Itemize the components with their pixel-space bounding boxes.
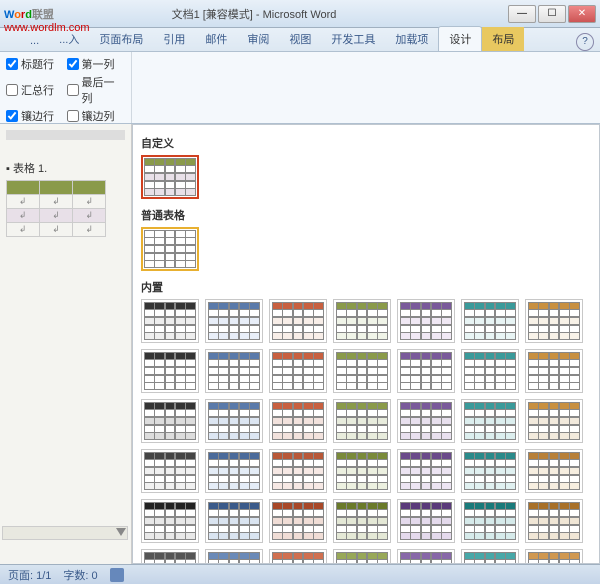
section-builtin: 内置 bbox=[141, 279, 591, 295]
style-builtin-30[interactable] bbox=[269, 499, 327, 543]
style-builtin-28[interactable] bbox=[141, 499, 199, 543]
style-builtin-8[interactable] bbox=[205, 349, 263, 393]
style-builtin-32[interactable] bbox=[397, 499, 455, 543]
style-builtin-31[interactable] bbox=[333, 499, 391, 543]
tab-review[interactable]: 审阅 bbox=[237, 27, 279, 51]
style-builtin-20[interactable] bbox=[525, 399, 583, 443]
chk-total-row[interactable]: 汇总行 bbox=[6, 74, 65, 106]
nav-item-table[interactable]: ▪ 表格 1. bbox=[6, 158, 125, 178]
maximize-button[interactable]: ☐ bbox=[538, 5, 566, 23]
status-page[interactable]: 页面: 1/1 bbox=[8, 567, 51, 583]
style-builtin-29[interactable] bbox=[205, 499, 263, 543]
style-builtin-2[interactable] bbox=[269, 299, 327, 343]
style-custom-1[interactable] bbox=[141, 155, 199, 199]
window-title: 文档1 [兼容模式] - Microsoft Word bbox=[0, 6, 508, 22]
style-builtin-12[interactable] bbox=[461, 349, 519, 393]
style-builtin-7[interactable] bbox=[141, 349, 199, 393]
tab-view[interactable]: 视图 bbox=[279, 27, 321, 51]
style-builtin-19[interactable] bbox=[461, 399, 519, 443]
watermark-url: www.wordlm.com bbox=[4, 22, 90, 34]
chk-last-col[interactable]: 最后一列 bbox=[67, 74, 126, 106]
style-builtin-0[interactable] bbox=[141, 299, 199, 343]
style-builtin-26[interactable] bbox=[461, 449, 519, 493]
style-builtin-14[interactable] bbox=[141, 399, 199, 443]
close-button[interactable]: ✕ bbox=[568, 5, 596, 23]
style-builtin-3[interactable] bbox=[333, 299, 391, 343]
content-area: ▪ 表格 1. ↲↲↲ ↲↲↲ ↲↲↲ 自定义 普通表格 内置 修改表格样式(M… bbox=[0, 124, 600, 564]
style-builtin-5[interactable] bbox=[461, 299, 519, 343]
tab-file[interactable]: ... bbox=[20, 31, 49, 51]
section-plain: 普通表格 bbox=[141, 207, 591, 223]
window-buttons: — ☐ ✕ bbox=[508, 5, 596, 23]
tab-design[interactable]: 设计 bbox=[438, 26, 482, 51]
ribbon-body: 标题行 第一列 汇总行 最后一列 镶边行 镶边列 表格样式选项 bbox=[0, 52, 600, 124]
chk-header-row[interactable]: 标题行 bbox=[6, 56, 65, 72]
chk-banded-row[interactable]: 镶边行 bbox=[6, 108, 65, 124]
style-builtin-25[interactable] bbox=[397, 449, 455, 493]
title-bar: Word联盟 www.wordlm.com 文档1 [兼容模式] - Micro… bbox=[0, 0, 600, 28]
nav-table-preview: ↲↲↲ ↲↲↲ ↲↲↲ bbox=[6, 180, 106, 236]
tab-layout[interactable]: 布局 bbox=[482, 27, 524, 51]
style-builtin-34[interactable] bbox=[525, 499, 583, 543]
tab-developer[interactable]: 开发工具 bbox=[321, 27, 385, 51]
style-builtin-27[interactable] bbox=[525, 449, 583, 493]
chk-banded-col[interactable]: 镶边列 bbox=[67, 108, 126, 124]
style-builtin-39[interactable] bbox=[397, 549, 455, 564]
style-builtin-40[interactable] bbox=[461, 549, 519, 564]
style-builtin-18[interactable] bbox=[397, 399, 455, 443]
style-builtin-10[interactable] bbox=[333, 349, 391, 393]
style-builtin-9[interactable] bbox=[269, 349, 327, 393]
style-builtin-37[interactable] bbox=[269, 549, 327, 564]
style-builtin-6[interactable] bbox=[525, 299, 583, 343]
chk-first-col[interactable]: 第一列 bbox=[67, 56, 126, 72]
navigation-pane: ▪ 表格 1. ↲↲↲ ↲↲↲ ↲↲↲ bbox=[0, 124, 132, 564]
style-builtin-23[interactable] bbox=[269, 449, 327, 493]
style-builtin-13[interactable] bbox=[525, 349, 583, 393]
style-builtin-17[interactable] bbox=[333, 399, 391, 443]
tab-references[interactable]: 引用 bbox=[153, 27, 195, 51]
style-builtin-11[interactable] bbox=[397, 349, 455, 393]
tab-pagelayout[interactable]: 页面布局 bbox=[89, 27, 153, 51]
help-icon[interactable]: ? bbox=[576, 33, 594, 51]
style-builtin-41[interactable] bbox=[525, 549, 583, 564]
tab-mailings[interactable]: 邮件 bbox=[195, 27, 237, 51]
status-lang-icon[interactable] bbox=[110, 568, 124, 582]
status-bar: 页面: 1/1 字数: 0 bbox=[0, 564, 600, 584]
nav-header bbox=[6, 130, 125, 140]
table-style-options-group: 标题行 第一列 汇总行 最后一列 镶边行 镶边列 表格样式选项 bbox=[0, 52, 132, 123]
status-words[interactable]: 字数: 0 bbox=[63, 567, 97, 583]
horizontal-scrollbar[interactable] bbox=[2, 526, 128, 540]
ribbon-tabs: ... ...入 页面布局 引用 邮件 审阅 视图 开发工具 加载项 设计 布局… bbox=[0, 28, 600, 52]
section-custom: 自定义 bbox=[141, 135, 591, 151]
watermark-logo: Word联盟 bbox=[4, 2, 54, 23]
table-styles-gallery: 自定义 普通表格 内置 修改表格样式(M)... 清除(C) 新建表格样式(N)… bbox=[132, 124, 600, 564]
style-builtin-24[interactable] bbox=[333, 449, 391, 493]
style-builtin-15[interactable] bbox=[205, 399, 263, 443]
style-builtin-4[interactable] bbox=[397, 299, 455, 343]
style-builtin-38[interactable] bbox=[333, 549, 391, 564]
style-builtin-35[interactable] bbox=[141, 549, 199, 564]
tab-addins[interactable]: 加载项 bbox=[385, 27, 438, 51]
style-plain-1[interactable] bbox=[141, 227, 199, 271]
style-builtin-16[interactable] bbox=[269, 399, 327, 443]
style-builtin-21[interactable] bbox=[141, 449, 199, 493]
style-builtin-22[interactable] bbox=[205, 449, 263, 493]
style-builtin-1[interactable] bbox=[205, 299, 263, 343]
style-builtin-36[interactable] bbox=[205, 549, 263, 564]
minimize-button[interactable]: — bbox=[508, 5, 536, 23]
style-builtin-33[interactable] bbox=[461, 499, 519, 543]
